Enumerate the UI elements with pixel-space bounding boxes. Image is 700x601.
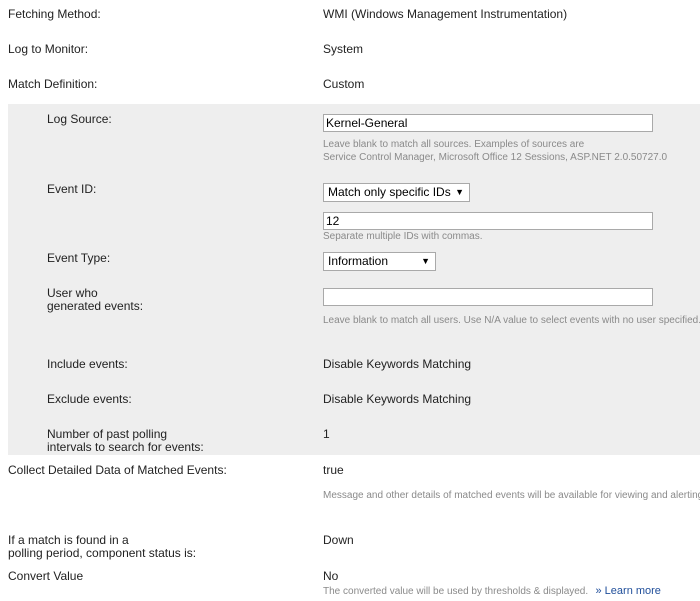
log-source-input[interactable] bbox=[323, 114, 653, 132]
log-source-help-1: Leave blank to match all sources. Exampl… bbox=[323, 139, 585, 150]
event-type-select[interactable]: Information ▼ bbox=[323, 252, 436, 271]
exclude-events-value: Disable Keywords Matching bbox=[323, 392, 472, 406]
log-to-monitor-label: Log to Monitor: bbox=[8, 42, 89, 56]
user-input[interactable] bbox=[323, 288, 653, 306]
learn-more-link[interactable]: » Learn more bbox=[596, 585, 661, 597]
convert-value-value: No bbox=[323, 569, 339, 583]
log-source-help-2: Service Control Manager, Microsoft Offic… bbox=[323, 152, 668, 163]
polling-intervals-label-line2: intervals to search for events: bbox=[47, 440, 204, 454]
event-id-help: Separate multiple IDs with commas. bbox=[323, 231, 483, 242]
match-status-value: Down bbox=[323, 533, 354, 547]
chevron-down-icon: ▼ bbox=[455, 187, 464, 197]
convert-value-label: Convert Value bbox=[8, 569, 84, 583]
include-events-value: Disable Keywords Matching bbox=[323, 357, 472, 371]
include-events-label: Include events: bbox=[47, 357, 128, 371]
polling-intervals-value: 1 bbox=[323, 427, 330, 441]
fetching-method-value: WMI (Windows Management Instrumentation) bbox=[323, 7, 568, 21]
convert-value-help: The converted value will be used by thre… bbox=[323, 586, 589, 597]
user-help: Leave blank to match all users. Use N/A … bbox=[323, 315, 700, 326]
match-status-label-line2: polling period, component status is: bbox=[8, 546, 197, 560]
event-type-selected: Information bbox=[328, 254, 389, 268]
fetching-method-label: Fetching Method: bbox=[8, 7, 101, 21]
log-to-monitor-value: System bbox=[323, 42, 364, 56]
user-label-line2: generated events: bbox=[47, 299, 144, 313]
match-definition-label: Match Definition: bbox=[8, 77, 98, 91]
match-definition-value: Custom bbox=[323, 77, 365, 91]
collect-detailed-label: Collect Detailed Data of Matched Events: bbox=[8, 463, 227, 477]
event-id-mode-select[interactable]: Match only specific IDs ▼ bbox=[323, 183, 470, 202]
log-source-label: Log Source: bbox=[47, 112, 112, 126]
event-id-label: Event ID: bbox=[47, 182, 97, 196]
event-type-label: Event Type: bbox=[47, 251, 111, 265]
exclude-events-label: Exclude events: bbox=[47, 392, 132, 406]
event-id-mode-selected: Match only specific IDs bbox=[328, 185, 451, 199]
chevron-down-icon: ▼ bbox=[421, 256, 430, 266]
event-id-input[interactable] bbox=[323, 212, 653, 230]
collect-detailed-help: Message and other details of matched eve… bbox=[323, 490, 700, 501]
collect-detailed-value: true bbox=[323, 463, 344, 477]
convert-value-help-row: The converted value will be used by thre… bbox=[323, 584, 661, 598]
